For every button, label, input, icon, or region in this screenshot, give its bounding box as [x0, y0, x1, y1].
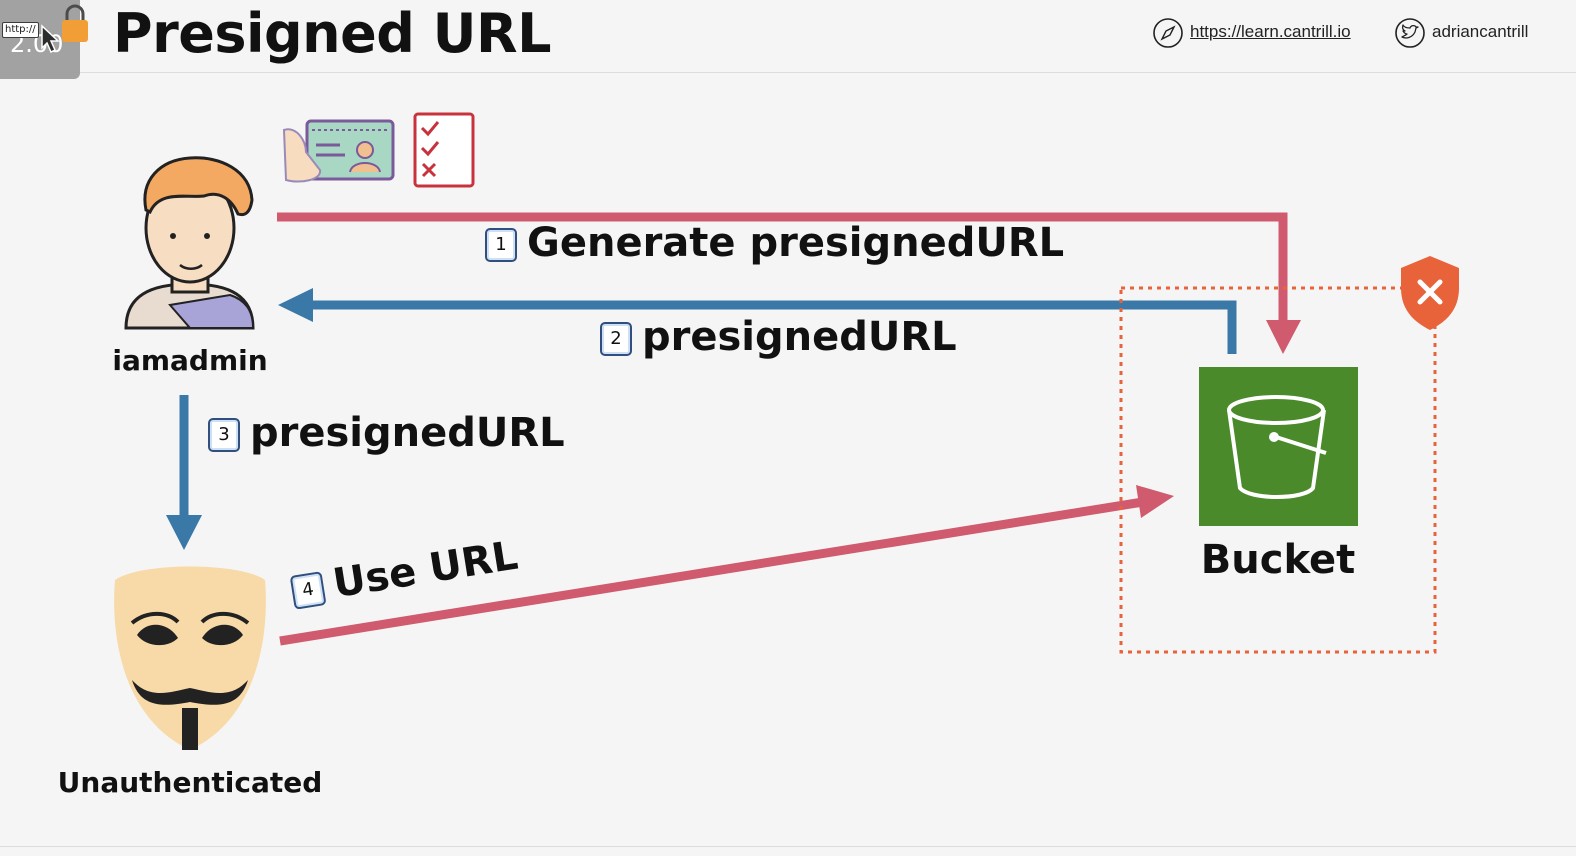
anonymous-mask-icon — [114, 566, 266, 750]
step-4-badge: 4 — [289, 571, 327, 610]
step-3-badge: 3 — [208, 418, 240, 452]
shield-deny-icon — [1401, 256, 1459, 330]
step-1-text: Generate presignedURL — [527, 220, 1065, 266]
step-3-text: presignedURL — [250, 410, 565, 456]
step-2-text: presignedURL — [642, 314, 957, 360]
id-card-icon — [282, 119, 395, 183]
step-1-badge: 1 — [485, 228, 517, 262]
step-2-label: 2 presignedURL — [600, 313, 957, 361]
bottom-divider — [0, 846, 1576, 847]
admin-label: iamadmin — [112, 344, 268, 377]
step-2-badge: 2 — [600, 322, 632, 356]
bucket-icon — [1199, 367, 1358, 526]
checklist-icon — [413, 112, 475, 188]
bucket-label: Bucket — [1200, 537, 1356, 583]
step-1-label: 1 Generate presignedURL — [485, 219, 1064, 267]
arrow-step-3 — [166, 395, 202, 550]
step-3-label: 3 presignedURL — [208, 409, 565, 457]
anon-label: Unauthenticated — [57, 766, 323, 799]
admin-avatar-icon — [124, 156, 255, 330]
